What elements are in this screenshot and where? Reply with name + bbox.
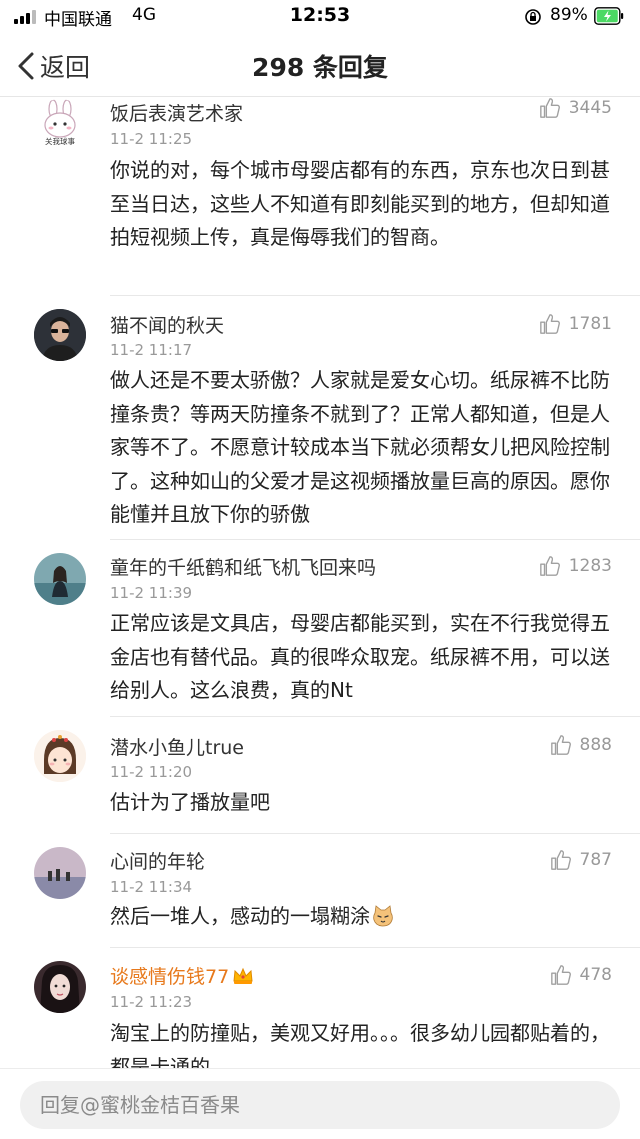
- divider: [110, 716, 640, 717]
- divider: [110, 539, 640, 540]
- comment-text: 正常应该是文具店，母婴店都能买到，实在不行我觉得五金店也有替代品。真的很哗众取宠…: [110, 611, 610, 702]
- avatar[interactable]: 关我球事: [34, 99, 86, 151]
- like-button[interactable]: 888: [550, 734, 612, 756]
- like-count: 787: [579, 850, 612, 870]
- comment-time: 11-2 11:20: [110, 763, 193, 781]
- comment-time: 11-2 11:34: [110, 878, 193, 896]
- comment-username[interactable]: 饭后表演艺术家: [110, 99, 243, 126]
- comment-username[interactable]: 童年的千纸鹤和纸飞机飞回来吗: [110, 553, 376, 580]
- cat-emoji-icon: [372, 904, 394, 927]
- divider: [110, 947, 640, 948]
- comment-time: 11-2 11:25: [110, 130, 193, 148]
- like-count: 1781: [568, 314, 612, 334]
- page-title: 298 条回复: [252, 53, 388, 82]
- thumb-up-icon: [539, 556, 560, 576]
- like-count: 3445: [568, 98, 612, 118]
- crown-icon: [233, 967, 253, 984]
- thumb-up-icon: [539, 314, 560, 334]
- like-button[interactable]: 787: [550, 849, 612, 871]
- battery-charging-icon: [594, 7, 624, 25]
- clock: 12:53: [289, 4, 351, 26]
- avatar-lettering: 关我球事: [45, 136, 75, 146]
- avatar[interactable]: [34, 309, 86, 361]
- like-button[interactable]: 3445: [539, 97, 612, 119]
- comment-text-content: 然后一堆人，感动的一塌糊涂: [110, 904, 370, 928]
- thumb-up-icon: [550, 735, 571, 755]
- reply-bar: [0, 1068, 640, 1139]
- battery-percent: 89%: [550, 5, 588, 25]
- avatar[interactable]: [34, 730, 86, 782]
- like-count: 478: [579, 965, 612, 985]
- comment-username[interactable]: 心间的年轮: [110, 847, 205, 874]
- comment-text: 淘宝上的防撞贴，美观又好用。。。很多幼儿园都贴着的，都是卡通的: [110, 1021, 610, 1068]
- comment-time: 11-2 11:23: [110, 993, 193, 1011]
- thumb-up-icon: [539, 98, 560, 118]
- avatar[interactable]: [34, 961, 86, 1013]
- reply-input[interactable]: [20, 1081, 620, 1129]
- like-button[interactable]: 1781: [539, 313, 612, 335]
- lock-rotation-icon: [524, 8, 542, 26]
- comment-text: 然后一堆人，感动的一塌糊涂: [110, 900, 610, 934]
- comment-text: 做人还是不要太骄傲？人家就是爱女心切。纸尿裤不比防撞条贵？等两天防撞条不就到了？…: [110, 368, 610, 526]
- avatar[interactable]: [34, 847, 86, 899]
- comment-list: 关我球事 饭后表演艺术家 11-2 11:25 3445 你说的对，每个城市母婴…: [0, 97, 640, 1068]
- like-count: 888: [579, 735, 612, 755]
- comment-text: 你说的对，每个城市母婴店都有的东西，京东也次日到甚至当日达，这些人不知道有即刻能…: [110, 158, 610, 249]
- nav-bar: 返回 298 条回复: [0, 36, 640, 97]
- comment-username[interactable]: 谈感情伤钱77: [110, 962, 254, 989]
- thumb-up-icon: [550, 965, 571, 985]
- comment-username[interactable]: 潜水小鱼儿true: [110, 733, 244, 760]
- divider: [110, 833, 640, 834]
- comment-text: 估计为了播放量吧: [110, 790, 270, 814]
- comment-username[interactable]: 猫不闻的秋天: [110, 311, 224, 338]
- divider: [110, 295, 640, 296]
- thumb-up-icon: [550, 850, 571, 870]
- like-button[interactable]: 1283: [539, 555, 612, 577]
- comment-time: 11-2 11:17: [110, 341, 193, 359]
- vip-username-text: 谈感情伤钱77: [110, 966, 230, 988]
- avatar[interactable]: [34, 553, 86, 605]
- comment-time: 11-2 11:39: [110, 584, 193, 602]
- like-button[interactable]: 478: [550, 964, 612, 986]
- like-count: 1283: [568, 556, 612, 576]
- status-bar: 中国联通 4G 12:53 89%: [0, 0, 640, 34]
